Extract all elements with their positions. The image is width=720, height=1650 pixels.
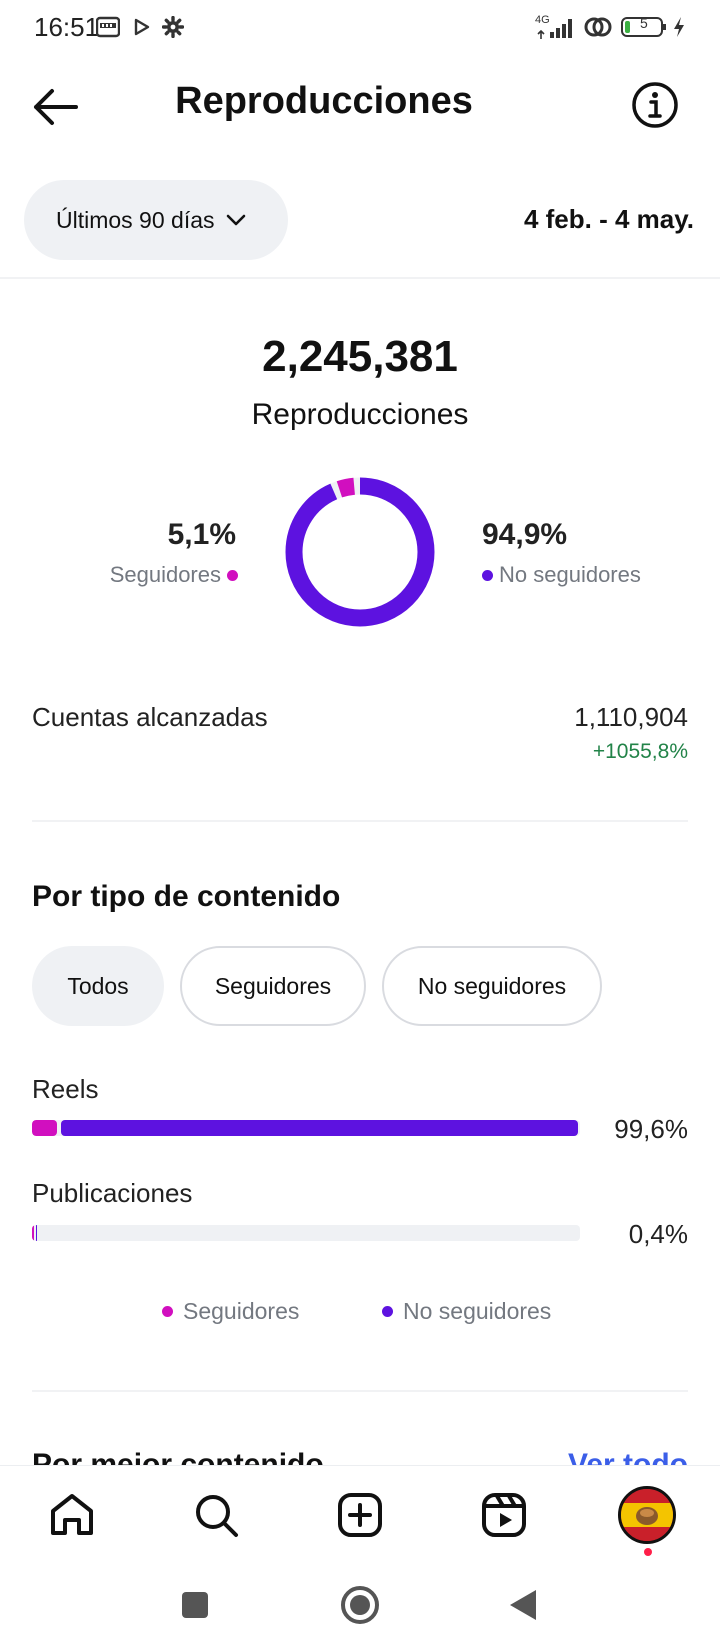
create-icon (338, 1493, 382, 1537)
accounts-reached-value: 1,110,904 (574, 702, 688, 732)
profile-avatar[interactable] (618, 1486, 676, 1544)
divider (32, 1390, 688, 1392)
bar-publicaciones-non-followers (36, 1225, 37, 1241)
home-button[interactable] (44, 1487, 100, 1543)
non-followers-percentage: 94,9% (482, 518, 568, 551)
followers-percentage: 5,1% (167, 518, 236, 551)
bar-reels-non-followers (61, 1120, 578, 1136)
followers-legend: Seguidores (110, 562, 238, 588)
period-dropdown[interactable]: Últimos 90 días (24, 180, 288, 260)
legend-followers-label: Seguidores (183, 1298, 300, 1324)
row-label-reels: Reels (32, 1074, 99, 1104)
followers-label: Seguidores (109, 562, 221, 587)
chip-todos[interactable]: Todos (32, 946, 164, 1026)
media-icon (96, 14, 120, 40)
settings-icon (162, 14, 184, 40)
non-followers-dot (482, 569, 493, 581)
create-button[interactable] (332, 1487, 388, 1543)
row-label-publicaciones: Publicaciones (32, 1178, 193, 1208)
followers-dot (227, 569, 238, 581)
page-title: Reproducciones (175, 80, 473, 122)
battery-level: 5 (640, 15, 648, 31)
home-icon (51, 1494, 93, 1535)
search-icon (196, 1495, 238, 1537)
back-system-button[interactable] (508, 1588, 538, 1627)
non-followers-label: No seguidores (499, 562, 641, 587)
signal-icon (536, 14, 576, 40)
recent-apps-button[interactable] (180, 1590, 210, 1625)
bar-publicaciones (32, 1225, 580, 1241)
status-time: 16:51 (34, 12, 100, 42)
triangle-back-icon (510, 1590, 536, 1620)
play-store-icon (134, 14, 150, 40)
row-pct-reels: 99,6% (614, 1114, 688, 1144)
section-title-content-type: Por tipo de contenido (32, 880, 341, 913)
accounts-reached-delta: +1055,8% (592, 740, 688, 763)
square-icon (182, 1592, 208, 1618)
info-button[interactable] (630, 80, 680, 130)
bar-reels (32, 1120, 580, 1136)
legend-non-followers-label: No seguidores (403, 1298, 552, 1324)
date-range: 4 feb. - 4 may. (523, 204, 694, 234)
donut-chart (285, 477, 435, 627)
legend-followers-dot (162, 1306, 173, 1317)
circle-home-icon (341, 1586, 379, 1624)
search-button[interactable] (188, 1487, 244, 1543)
charging-icon (672, 14, 686, 40)
reels-button[interactable] (476, 1487, 532, 1543)
bar-publicaciones-followers (32, 1225, 34, 1241)
chip-seguidores[interactable]: Seguidores (180, 946, 366, 1026)
divider (0, 277, 720, 279)
donut-segment-non-followers (285, 477, 435, 627)
non-followers-legend: No seguidores (482, 562, 641, 588)
hotspot-icon (584, 14, 612, 40)
chevron-down-icon (226, 214, 245, 226)
legend-non-followers-dot (382, 1306, 393, 1317)
bar-reels-followers (32, 1120, 58, 1136)
flag-avatar-image (621, 1489, 673, 1541)
info-icon (632, 82, 678, 128)
notification-dot (644, 1548, 652, 1556)
reels-icon (482, 1493, 526, 1537)
chip-no-seguidores[interactable]: No seguidores (382, 946, 602, 1026)
total-views: 2,245,381 (262, 332, 458, 381)
legend-followers: Seguidores (162, 1298, 299, 1325)
legend-non-followers: No seguidores (382, 1298, 551, 1325)
divider (32, 820, 688, 822)
total-views-label: Reproducciones (251, 398, 469, 431)
home-system-button[interactable] (340, 1585, 380, 1630)
row-pct-publicaciones: 0,4% (628, 1219, 688, 1249)
period-label: Últimos 90 días (56, 206, 215, 233)
accounts-reached-label: Cuentas alcanzadas (32, 702, 268, 732)
